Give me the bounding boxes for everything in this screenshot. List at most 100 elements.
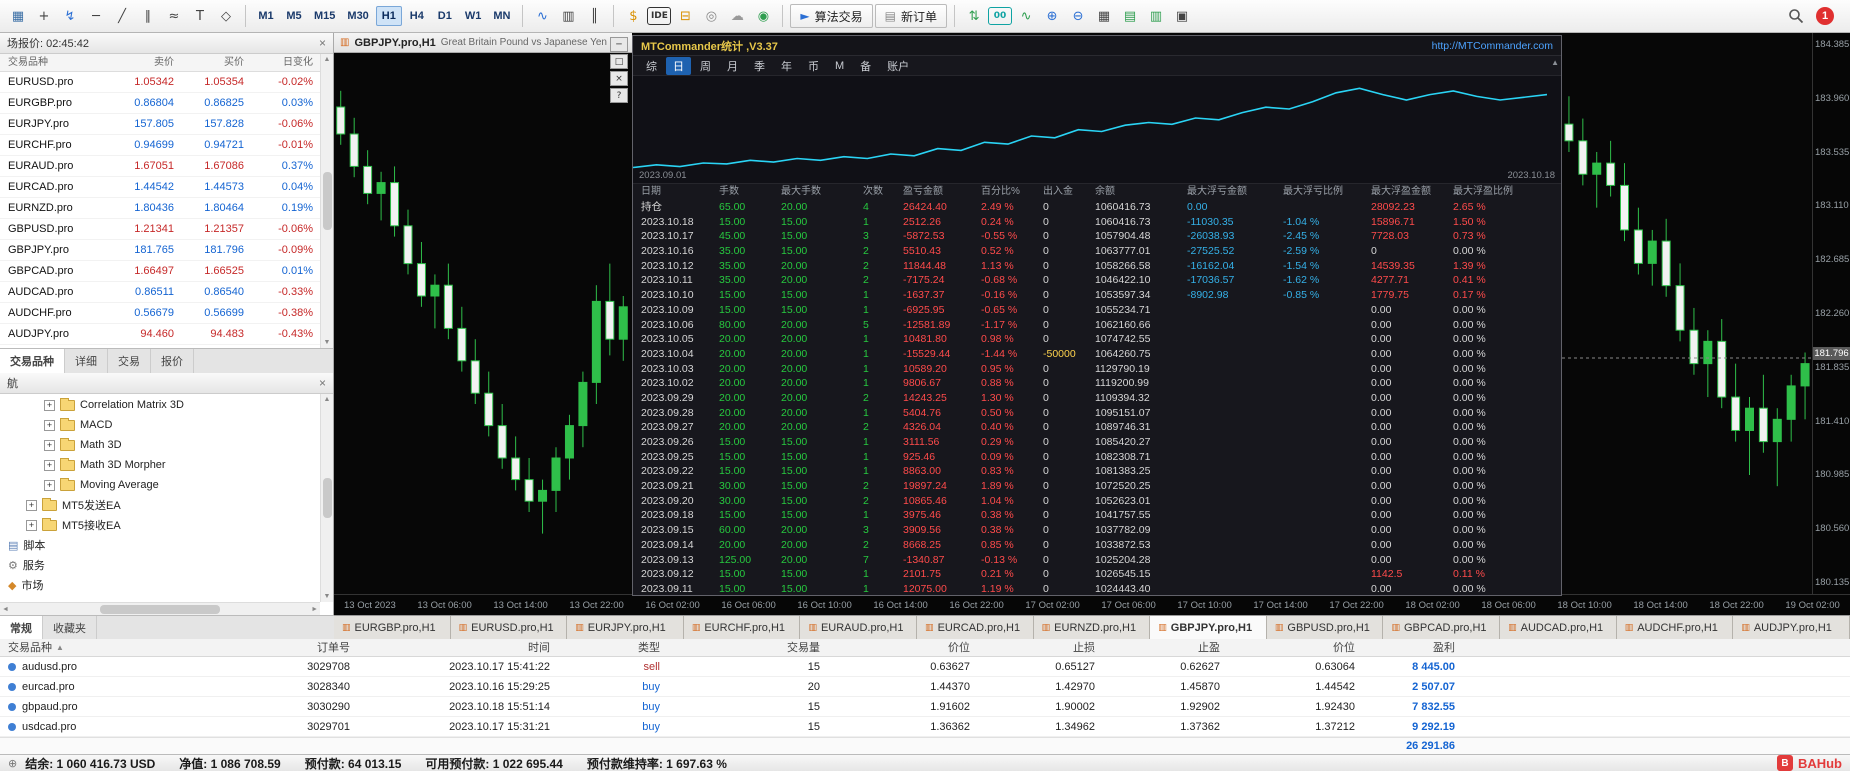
market-watch-row[interactable]: EURJPY.pro157.805157.828-0.06% <box>0 114 333 135</box>
navigator-item[interactable]: ◆市场 <box>0 575 320 595</box>
timeframe-m5[interactable]: M5 <box>281 6 307 26</box>
mtc-menu-日[interactable]: 日 <box>666 57 691 75</box>
expand-icon[interactable]: + <box>26 520 37 531</box>
navigator-item[interactable]: +MT5发送EA <box>0 495 320 515</box>
timeframe-m1[interactable]: M1 <box>253 6 279 26</box>
chart-tab-EURAUD.pro,H1[interactable]: ▥EURAUD.pro,H1 <box>800 616 917 640</box>
data-window-icon[interactable]: ▤ <box>1118 4 1142 28</box>
trade-row[interactable]: gbpaud.pro30302902023.10.18 15:51:14buy1… <box>0 697 1850 717</box>
chart-tab-EURNZD.pro,H1[interactable]: ▥EURNZD.pro,H1 <box>1034 616 1151 640</box>
bahub-logo[interactable]: B BAHub <box>1777 755 1842 771</box>
ide-button[interactable]: IDE <box>647 7 671 25</box>
fibonacci-icon[interactable]: ≈ <box>162 4 186 28</box>
timeframe-h1[interactable]: H1 <box>376 6 402 26</box>
search-icon[interactable] <box>1788 8 1804 24</box>
chart-tab-EURJPY.pro,H1[interactable]: ▥EURJPY.pro,H1 <box>567 616 684 640</box>
chart-tab-GBPCAD.pro,H1[interactable]: ▥GBPCAD.pro,H1 <box>1383 616 1500 640</box>
tab-报价[interactable]: 报价 <box>151 349 194 373</box>
toolbox-column-header[interactable]: 价位 <box>830 639 980 656</box>
mtc-menu-季[interactable]: 季 <box>747 57 772 75</box>
chart-tab-EURGBP.pro,H1[interactable]: ▥EURGBP.pro,H1 <box>334 616 451 640</box>
market-watch-row[interactable]: AUDCAD.pro0.865110.86540-0.33% <box>0 282 333 303</box>
market-watch-row[interactable]: EURCHF.pro0.946990.94721-0.01% <box>0 135 333 156</box>
new-order-button[interactable]: ▤新订单 <box>875 4 947 28</box>
ipo-icon[interactable]: ◎ <box>699 4 723 28</box>
navigator-item[interactable]: ⚙服务 <box>0 555 320 575</box>
mtcommander-url[interactable]: http://MTCommander.com <box>1432 40 1553 52</box>
expand-icon[interactable]: + <box>44 400 55 411</box>
horizontal-line-icon[interactable]: ─ <box>84 4 108 28</box>
expand-icon[interactable]: + <box>44 480 55 491</box>
trade-row[interactable]: eurcad.pro30283402023.10.16 15:29:25buy2… <box>0 677 1850 697</box>
text-icon[interactable]: T <box>188 4 212 28</box>
bar-chart-icon[interactable]: ║ <box>582 4 606 28</box>
lock-icon[interactable]: ⊟ <box>673 4 697 28</box>
navigator-item[interactable]: ▤脚本 <box>0 535 320 555</box>
scrollbar-thumb[interactable] <box>323 172 332 230</box>
scroll-up-icon[interactable]: ▲ <box>324 56 331 63</box>
toolbox-column-header[interactable]: 类型 <box>560 639 670 656</box>
navigator-item[interactable]: +Moving Average <box>0 475 320 495</box>
market-watch-row[interactable]: EURGBP.pro0.868040.868250.03% <box>0 93 333 114</box>
mw-column-header[interactable]: 买价 <box>182 54 252 71</box>
toolbox-column-header[interactable]: 价位 <box>1230 639 1365 656</box>
candlestick-pane-right[interactable] <box>1562 35 1812 592</box>
chart-tab-EURUSD.pro,H1[interactable]: ▥EURUSD.pro,H1 <box>451 616 568 640</box>
mtc-menu-综[interactable]: 综 <box>639 57 664 75</box>
channel-icon[interactable]: ∥ <box>136 4 160 28</box>
community-icon[interactable]: ◉ <box>751 4 775 28</box>
market-depth-icon[interactable]: 00 <box>988 7 1012 25</box>
scroll-left-icon[interactable]: ◄ <box>2 606 9 613</box>
chart-restore-button[interactable]: □ <box>610 54 628 69</box>
tab-交易品种[interactable]: 交易品种 <box>0 349 65 373</box>
line-chart-icon[interactable]: ∿ <box>530 4 554 28</box>
chart-tab-GBPUSD.pro,H1[interactable]: ▥GBPUSD.pro,H1 <box>1267 616 1384 640</box>
camera-icon[interactable]: ▣ <box>1170 4 1194 28</box>
chart-tab-AUDCHF.pro,H1[interactable]: ▥AUDCHF.pro,H1 <box>1617 616 1734 640</box>
navigator-item[interactable]: +MACD <box>0 415 320 435</box>
mtc-menu-年[interactable]: 年 <box>774 57 799 75</box>
timeframe-h4[interactable]: H4 <box>404 6 430 26</box>
shapes-icon[interactable]: ◇ <box>214 4 238 28</box>
expand-icon[interactable]: + <box>26 500 37 511</box>
toolbox-column-header[interactable]: 盈利 <box>1365 639 1465 656</box>
price-axis[interactable]: 181.796 184.385183.960183.535183.110182.… <box>1812 33 1850 594</box>
candlestick-chart-icon[interactable]: ▥ <box>556 4 580 28</box>
zoom-in-icon[interactable]: ⊕ <box>1040 4 1064 28</box>
algo-trading-button[interactable]: ►算法交易 <box>790 4 872 28</box>
sort-icon[interactable]: ⇅ <box>962 4 986 28</box>
timeframe-mn[interactable]: MN <box>488 6 515 26</box>
tab-收藏夹[interactable]: 收藏夹 <box>43 616 97 639</box>
notification-badge[interactable]: 1 <box>1816 7 1834 25</box>
close-icon[interactable]: × <box>319 36 326 50</box>
chart-tab-GBPJPY.pro,H1[interactable]: ▥GBPJPY.pro,H1 <box>1150 616 1267 640</box>
chart-tab-EURCHF.pro,H1[interactable]: ▥EURCHF.pro,H1 <box>684 616 801 640</box>
market-watch-scrollbar[interactable]: ▲▼ <box>320 54 333 348</box>
toolbox-column-header[interactable]: 止损 <box>980 639 1105 656</box>
market-watch-row[interactable]: GBPUSD.pro1.213411.21357-0.06% <box>0 219 333 240</box>
toolbox-column-header[interactable]: 止盈 <box>1105 639 1230 656</box>
crosshair-icon[interactable]: + <box>32 4 56 28</box>
market-watch-row[interactable]: EURNZD.pro1.804361.804640.19% <box>0 198 333 219</box>
grid-icon[interactable]: ▦ <box>1092 4 1116 28</box>
scroll-up-icon[interactable]: ▲ <box>1551 58 1559 67</box>
mtc-menu-周[interactable]: 周 <box>693 57 718 75</box>
navigator-hscrollbar[interactable]: ◄► <box>0 602 320 615</box>
tick-chart-icon[interactable]: ∿ <box>1014 4 1038 28</box>
market-watch-row[interactable]: EURUSD.pro1.053421.05354-0.02% <box>0 72 333 93</box>
mw-column-header[interactable]: 日变化 <box>252 54 321 71</box>
chart-tab-AUDJPY.pro,H1[interactable]: ▥AUDJPY.pro,H1 <box>1733 616 1850 640</box>
toolbox-column-header[interactable]: 时间 <box>360 639 560 656</box>
chart-close-button[interactable]: × <box>610 71 628 86</box>
trade-row[interactable]: audusd.pro30297082023.10.17 15:41:22sell… <box>0 657 1850 677</box>
strategy-tester-icon[interactable]: ▥ <box>1144 4 1168 28</box>
timeframe-m15[interactable]: M15 <box>309 6 340 26</box>
scroll-down-icon[interactable]: ▼ <box>324 593 331 600</box>
scroll-up-icon[interactable]: ▲ <box>324 396 331 403</box>
mtc-menu-备[interactable]: 备 <box>853 57 878 75</box>
scroll-right-icon[interactable]: ► <box>311 606 318 613</box>
navigator-item[interactable]: +Math 3D <box>0 435 320 455</box>
tab-常规[interactable]: 常规 <box>0 616 43 639</box>
cloud-icon[interactable]: ☁ <box>725 4 749 28</box>
mtc-menu-币[interactable]: 币 <box>801 57 826 75</box>
